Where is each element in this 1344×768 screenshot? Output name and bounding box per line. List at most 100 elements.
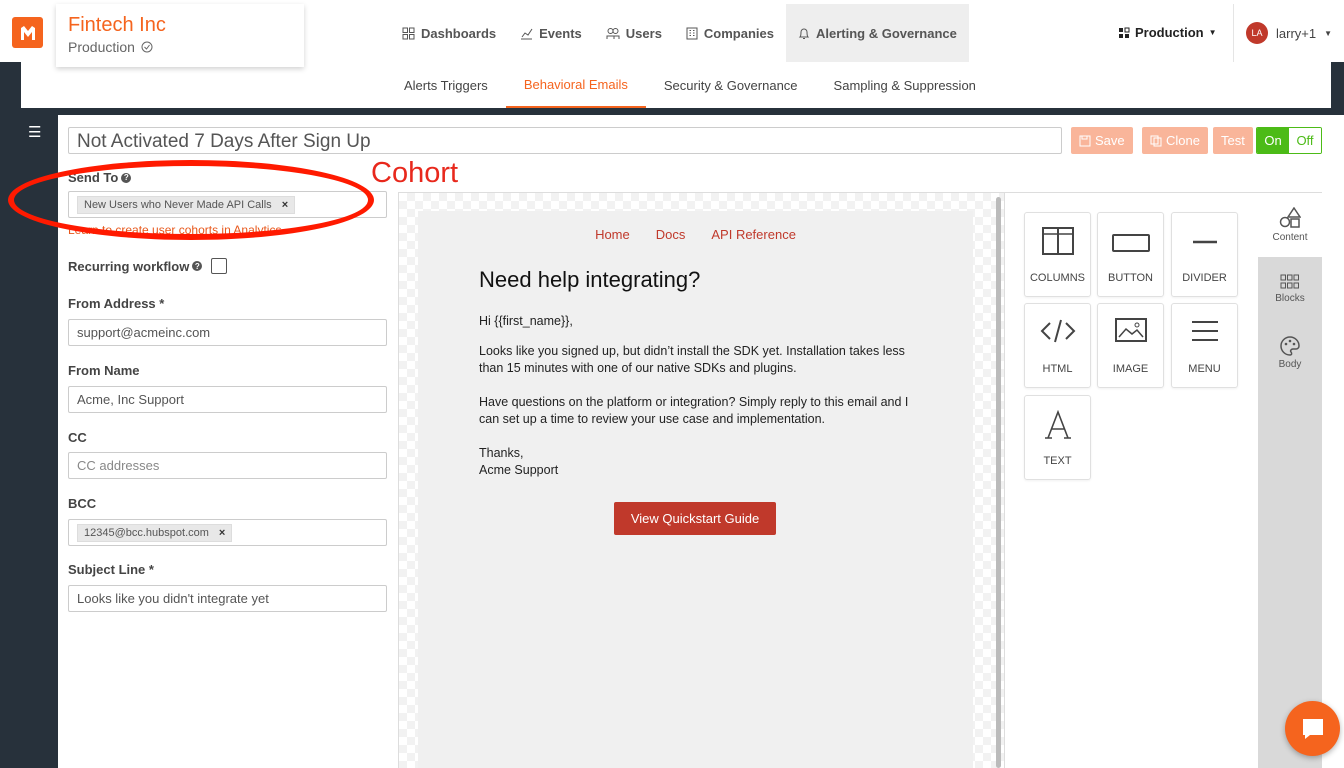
- email-link-home[interactable]: Home: [595, 227, 630, 242]
- cohort-hint-link[interactable]: Learn to create user cohorts in Analytic…: [68, 223, 388, 237]
- tab-behavioral-emails[interactable]: Behavioral Emails: [505, 62, 646, 108]
- nav-label: Users: [625, 25, 662, 41]
- email-signature: Acme Support: [479, 463, 559, 477]
- email-menu: Home Docs API Reference: [418, 227, 973, 242]
- caret-down-icon: ▼: [1208, 28, 1217, 37]
- bcc-field[interactable]: 12345@bcc.hubspot.com ×: [68, 519, 387, 546]
- tool-label: MENU: [1188, 363, 1221, 375]
- bcc-label: BCC: [68, 496, 97, 511]
- menu-lines-icon: [1191, 321, 1218, 341]
- email-paragraph-1: Looks like you signed up, but didn’t ins…: [479, 344, 905, 375]
- workflow-title-input[interactable]: Not Activated 7 Days After Sign Up: [68, 127, 1062, 154]
- tool-button[interactable]: BUTTON: [1097, 212, 1164, 297]
- workflow-editor: Not Activated 7 Days After Sign Up Save …: [58, 115, 1344, 768]
- remove-chip-icon[interactable]: ×: [282, 199, 288, 211]
- recurring-checkbox[interactable]: [211, 258, 228, 274]
- tool-label: DIVIDER: [1182, 272, 1227, 284]
- cc-input[interactable]: CC addresses: [68, 452, 387, 479]
- sub-navbar: Alerts Triggers Behavioral Emails Securi…: [21, 62, 1331, 108]
- tool-html[interactable]: HTML: [1024, 303, 1091, 388]
- caret-down-icon: ▼: [1324, 28, 1333, 38]
- side-tab-label: Body: [1278, 359, 1302, 370]
- clone-button[interactable]: Clone: [1142, 127, 1208, 154]
- tool-columns[interactable]: COLUMNS: [1024, 212, 1091, 297]
- tool-label: IMAGE: [1112, 363, 1149, 375]
- tab-security-governance[interactable]: Security & Governance: [646, 62, 816, 108]
- from-name-label: From Name: [68, 363, 140, 378]
- grid-icon: [402, 27, 415, 39]
- users-icon: [606, 27, 620, 39]
- email-link-docs[interactable]: Docs: [656, 227, 686, 242]
- tab-alerts-triggers[interactable]: Alerts Triggers: [386, 62, 506, 108]
- chat-bubble-icon: [1302, 718, 1323, 739]
- nav-label: Companies: [703, 25, 774, 41]
- check-circle-icon: [141, 41, 153, 53]
- save-button[interactable]: Save: [1071, 127, 1133, 154]
- copy-icon: [1150, 135, 1162, 146]
- label-text: Recurring workflow: [68, 258, 190, 274]
- from-address-input[interactable]: support@acmeinc.com: [68, 319, 387, 346]
- project-switcher[interactable]: Fintech Inc Production: [56, 4, 304, 67]
- send-to-label: Send To ?: [68, 170, 388, 185]
- email-heading: Need help integrating?: [479, 267, 701, 292]
- bcc-chip: 12345@bcc.hubspot.com ×: [77, 523, 233, 542]
- avatar: LA: [1246, 22, 1268, 44]
- side-tab-content[interactable]: Content: [1258, 193, 1322, 257]
- subject-line-input[interactable]: Looks like you didn't integrate yet: [68, 585, 387, 612]
- tool-text[interactable]: TEXT: [1024, 395, 1091, 480]
- code-icon: [1040, 319, 1075, 343]
- help-icon[interactable]: ?: [121, 172, 132, 183]
- email-greeting: Hi {{first_name}},: [479, 314, 573, 328]
- tool-menu[interactable]: MENU: [1171, 303, 1238, 388]
- tool-image[interactable]: IMAGE: [1097, 303, 1164, 388]
- chart-icon: [521, 28, 533, 39]
- content-tools-panel: COLUMNS BUTTON DIVIDER HTML IMAGE MENU T…: [1004, 192, 1258, 768]
- nav-companies[interactable]: Companies: [674, 4, 786, 62]
- app-logo-icon[interactable]: [12, 17, 43, 48]
- activation-toggle[interactable]: On Off: [1256, 127, 1322, 154]
- email-link-api-reference[interactable]: API Reference: [711, 227, 796, 242]
- chat-widget-button[interactable]: [1285, 701, 1340, 756]
- subject-line-label: Subject Line *: [68, 562, 154, 577]
- tool-label: BUTTON: [1107, 272, 1154, 284]
- bell-icon: [798, 28, 810, 39]
- palette-icon: [1280, 336, 1300, 356]
- from-name-input[interactable]: Acme, Inc Support: [68, 386, 387, 413]
- side-tab-label: Blocks: [1275, 293, 1305, 304]
- company-name: Fintech Inc: [68, 14, 166, 36]
- text-icon: [1044, 410, 1071, 439]
- side-tab-blocks[interactable]: Blocks: [1258, 257, 1322, 321]
- email-design-canvas[interactable]: Home Docs API Reference Need help integr…: [398, 192, 1004, 768]
- quickstart-cta-button[interactable]: View Quickstart Guide: [614, 502, 776, 535]
- tool-label: COLUMNS: [1029, 272, 1085, 284]
- canvas-scrollbar[interactable]: [996, 197, 1001, 768]
- environment-label: Production: [1135, 25, 1204, 40]
- remove-chip-icon[interactable]: ×: [219, 527, 225, 539]
- toggle-off[interactable]: Off: [1289, 128, 1321, 153]
- send-to-field[interactable]: New Users who Never Made API Calls ×: [68, 191, 387, 218]
- user-menu[interactable]: LA larry+1 ▼: [1233, 4, 1332, 62]
- nav-users[interactable]: Users: [594, 4, 674, 62]
- project-icon: [1119, 27, 1130, 38]
- tool-label: HTML: [1042, 363, 1073, 375]
- nav-label: Events: [539, 25, 582, 41]
- tab-sampling-suppression[interactable]: Sampling & Suppression: [816, 62, 994, 108]
- environment-dropdown[interactable]: Production ▼: [1118, 25, 1217, 40]
- help-icon[interactable]: ?: [192, 261, 203, 271]
- label-text: Send To: [68, 170, 119, 185]
- toggle-on[interactable]: On: [1257, 128, 1289, 153]
- chip-label: New Users who Never Made API Calls: [84, 198, 272, 211]
- nav-events[interactable]: Events: [508, 4, 594, 62]
- hamburger-menu-icon[interactable]: ☰: [28, 123, 41, 141]
- side-tab-body[interactable]: Body: [1258, 321, 1322, 385]
- project-environment: Production: [68, 39, 153, 55]
- shapes-icon: [1279, 207, 1301, 228]
- test-button[interactable]: Test: [1213, 127, 1253, 154]
- tool-divider[interactable]: DIVIDER: [1171, 212, 1238, 297]
- cc-label: CC: [68, 430, 87, 445]
- button-icon: [1111, 234, 1150, 252]
- nav-alerting-governance[interactable]: Alerting & Governance: [786, 4, 969, 62]
- save-label: Save: [1095, 133, 1125, 148]
- email-paragraph-2: Have questions on the platform or integr…: [479, 395, 909, 426]
- nav-dashboards[interactable]: Dashboards: [390, 4, 508, 62]
